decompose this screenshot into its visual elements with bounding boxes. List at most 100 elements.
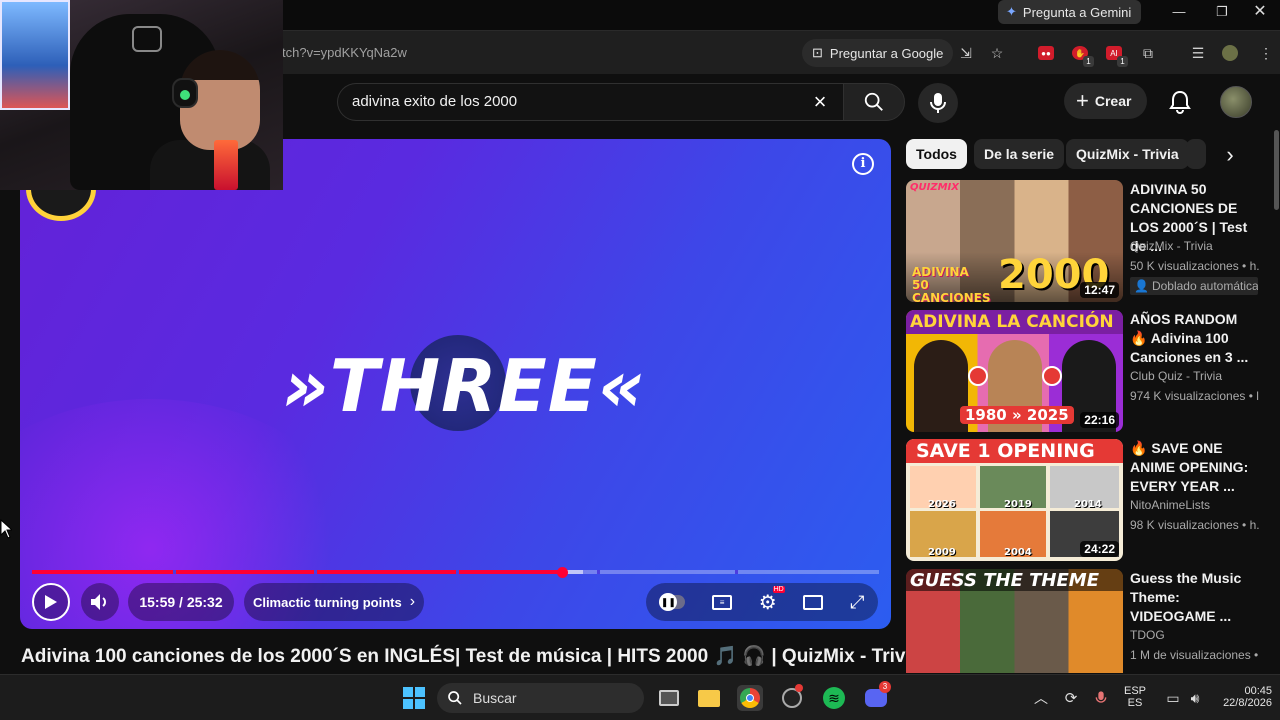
clock[interactable]: 00:45 22/8/2026 [1210,685,1272,709]
related-video[interactable]: QUIZMIX ADIVINA 50 CANCIONES 2000 12:47 … [906,180,1266,302]
channel-name[interactable]: TDOG [1130,628,1165,642]
extension-alert-icon[interactable]: AI 1 [1104,43,1128,67]
video-thumbnail[interactable]: GUESS THE THEME [906,569,1123,673]
address-bar[interactable]: tch?v=ypdKKYqNa2w [282,45,407,60]
progress-scrubber[interactable] [557,567,569,578]
thumbnail-text: 2014 [1074,499,1102,510]
extension-red-icon[interactable]: ●● [1036,43,1056,63]
chips-next-icon[interactable]: › [1212,139,1248,171]
speaker-icon[interactable]: 🔊︎ [1182,685,1208,711]
chrome-menu-icon[interactable]: ⋮ [1256,43,1276,63]
search-input[interactable] [352,93,792,110]
chapter-gap [314,570,317,574]
windows-taskbar: Buscar ≋ 3 ︿ ⟳ ESP ES ▭ 🔊︎ 00:45 22/8/20… [0,674,1280,720]
video-player[interactable]: i »THREE« 15:59 / 25:32 Climactic turnin… [20,139,891,629]
info-icon[interactable]: i [852,153,874,175]
play-icon [45,595,57,609]
taskbar-search-label: Buscar [473,690,517,706]
thumbnail-text: 1980 » 2025 [960,406,1074,424]
discord-icon[interactable]: 3 [863,681,891,711]
view-count: 974 K visualizaciones • l [1130,389,1259,403]
chrome-icon[interactable] [737,685,763,711]
video-thumbnail[interactable]: ADIVINA LA CANCIÓN 1980 » 2025 22:16 [906,310,1123,432]
theater-mode-icon[interactable] [803,594,824,610]
view-count: 1 M de visualizaciones • [1130,648,1259,662]
tray-chevron-up-icon[interactable]: ︿ [1028,685,1054,711]
thumbnail-text: GUESS THE THEME [910,570,1099,591]
related-video[interactable]: SAVE 1 OPENING 2026 2019 2014 2009 2004 … [906,439,1266,561]
spotify-icon[interactable]: ≋ [821,685,847,711]
tray-microphone-icon[interactable] [1088,685,1114,711]
autoplay-toggle-icon[interactable]: ❚❚ [659,593,686,611]
auto-dub-badge: 👤 Doblado automática [1130,277,1258,295]
account-avatar[interactable] [1220,86,1252,118]
install-app-icon[interactable]: ⇲ [956,43,976,63]
minimize-icon[interactable]: — [1159,2,1199,22]
ask-gemini-button[interactable]: ✦ Pregunta a Gemini [998,0,1142,24]
video-title: Adivina 100 canciones de los 2000´S en I… [21,646,922,667]
time-display: 15:59 / 25:32 [128,583,234,621]
thumbnail-text: 2026 [928,499,956,510]
file-explorer-icon[interactable] [696,685,722,711]
sync-icon[interactable]: ⟳ [1058,685,1084,711]
chapter-gap [173,570,176,574]
video-duration: 24:22 [1080,541,1119,557]
related-video-title[interactable]: AÑOS RANDOM 🔥 Adivina 100 Canciones en 3… [1130,310,1258,367]
clock-time: 00:45 [1244,685,1272,697]
task-view-icon[interactable] [656,685,682,711]
video-thumbnail[interactable]: SAVE 1 OPENING 2026 2019 2014 2009 2004 … [906,439,1123,561]
settings-gear-icon[interactable]: ⚙ HD [759,585,785,615]
chip-de-la-serie[interactable]: De la serie [974,139,1065,169]
page-scrollbar[interactable] [1274,130,1279,210]
subtitles-icon[interactable]: ≡ [712,594,733,610]
chip-todos[interactable]: Todos [906,139,967,169]
volume-button[interactable] [81,583,119,621]
language-indicator[interactable]: ESP ES [1120,685,1150,709]
channel-name[interactable]: QuizMix - Trivia [1130,239,1213,253]
obs-icon[interactable] [779,684,805,711]
ask-google-button[interactable]: ⊡ Preguntar a Google [802,39,954,67]
related-video-title[interactable]: Guess the Music Theme: VIDEOGAME ... [1130,569,1258,626]
chapter-button[interactable]: Climactic turning points › [244,583,424,621]
related-video[interactable]: GUESS THE THEME Guess the Music Theme: V… [906,569,1266,673]
channel-name[interactable]: Club Quiz - Trivia [1130,369,1222,383]
thumbnail-text: 2004 [1004,547,1032,558]
thumbnail-text: ADIVINA LA CANCIÓN [910,312,1114,332]
clear-search-icon[interactable]: × [807,90,833,116]
video-thumbnail[interactable]: QUIZMIX ADIVINA 50 CANCIONES 2000 12:47 [906,180,1123,302]
search-box: × [337,83,843,121]
chip-truncated[interactable] [1186,139,1206,169]
chapter-gap [456,570,459,574]
close-window-icon[interactable]: ✕ [1240,2,1280,22]
fullscreen-icon[interactable]: ⤢ [850,592,864,613]
taskbar-search[interactable]: Buscar [437,683,644,713]
thumbnail-text: QUIZMIX [910,182,959,193]
view-count: 50 K visualizaciones • h. [1130,259,1260,273]
notifications-bell-icon[interactable] [1166,88,1194,116]
search-icon [448,691,462,705]
profile-icon[interactable] [1220,43,1240,63]
windows-start-icon[interactable] [401,685,427,711]
media-control-icon[interactable]: ☰ [1188,43,1208,63]
play-button[interactable] [32,583,70,621]
volume-icon [91,594,106,610]
extension-ublock-icon[interactable]: ✋ 1 [1070,43,1094,67]
create-button[interactable]: + Crear [1064,83,1148,119]
gemini-icon: ✦ [1006,4,1017,19]
chip-quizmix[interactable]: QuizMix - Trivia [1066,139,1189,169]
related-video[interactable]: ADIVINA LA CANCIÓN 1980 » 2025 22:16 AÑO… [906,310,1266,432]
headphone-led [180,90,190,100]
bookmark-star-icon[interactable]: ☆ [987,43,1007,63]
extensions-puzzle-icon[interactable]: ⧉ [1138,43,1158,63]
ask-google-label: Preguntar a Google [829,45,944,61]
voice-search-button[interactable] [918,83,958,123]
restore-icon[interactable]: ❐ [1202,2,1242,22]
person-voice-icon: 👤 [1134,279,1149,293]
search-button[interactable] [843,83,905,121]
channel-name[interactable]: NitoAnimeLists [1130,498,1210,512]
chevron-right-icon: › [409,593,416,610]
thumbnail-text: ADIVINA 50 CANCIONES [912,265,991,303]
related-video-title[interactable]: 🔥 SAVE ONE ANIME OPENING: EVERY YEAR ... [1130,439,1258,496]
webcam-overlay [0,0,283,190]
mouse-cursor-icon [0,519,12,539]
